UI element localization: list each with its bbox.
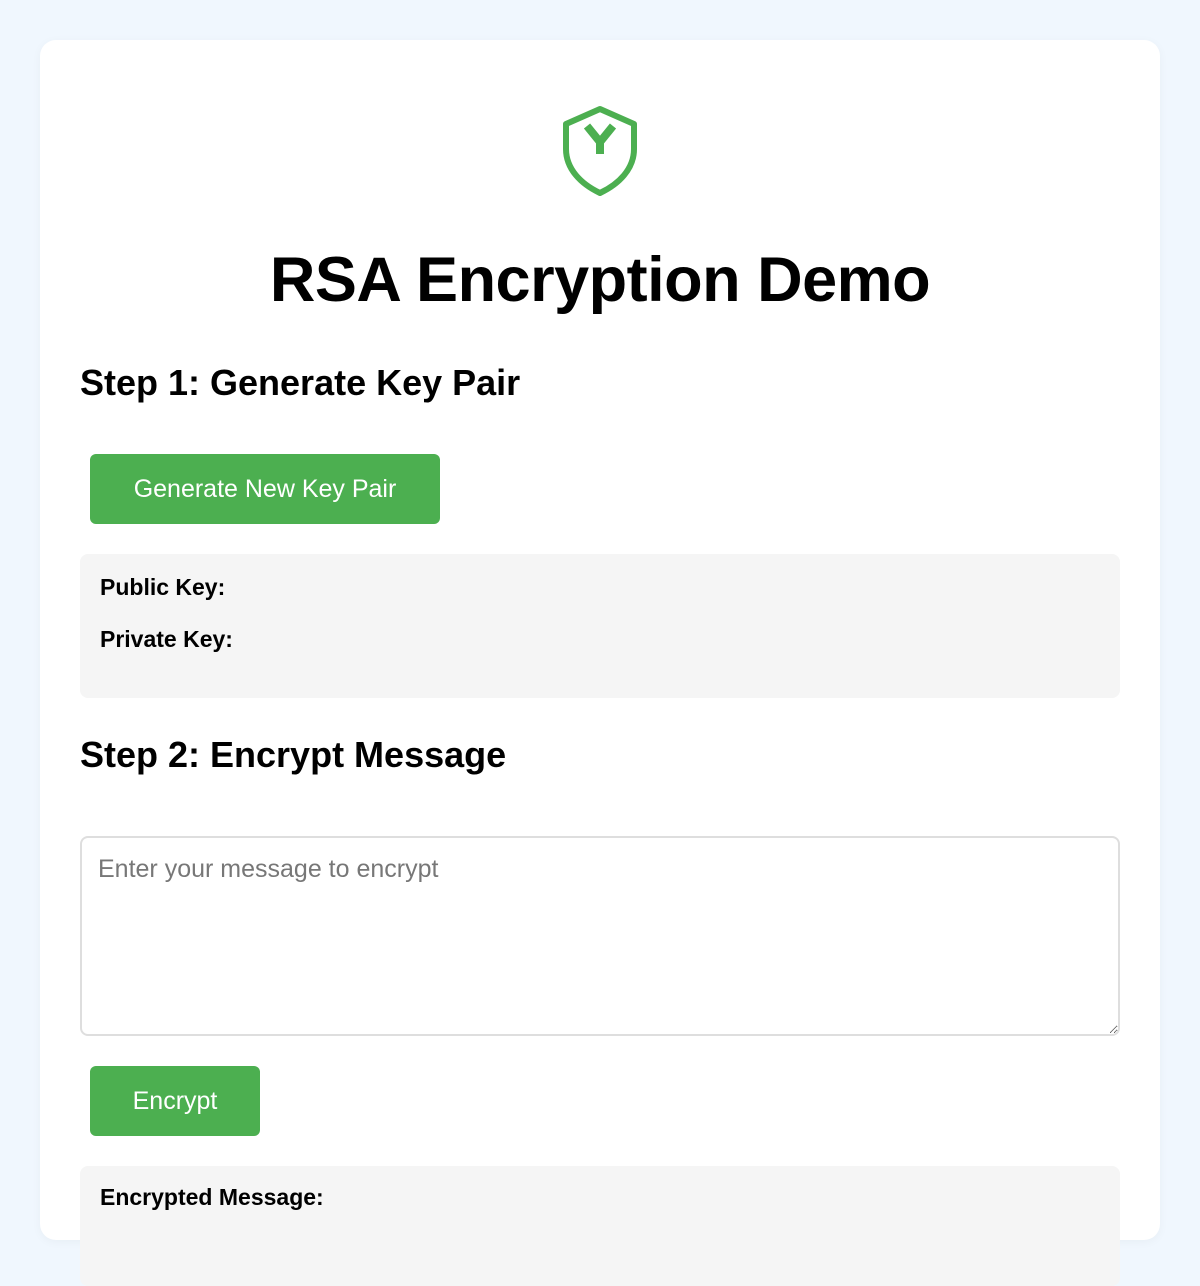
encrypted-message-label: Encrypted Message: bbox=[100, 1183, 324, 1211]
public-key-label: Public Key: bbox=[100, 573, 225, 601]
encrypted-message-panel: Encrypted Message: bbox=[80, 1166, 1120, 1286]
encrypted-message-label-text: Encrypted Message: bbox=[100, 1184, 324, 1210]
private-key-label: Private Key: bbox=[100, 625, 233, 653]
step1-heading: Step 1: Generate Key Pair bbox=[80, 362, 521, 403]
main-card: RSA Encryption Demo Step 1: Generate Key… bbox=[40, 40, 1160, 1286]
page-title: RSA Encryption Demo bbox=[269, 245, 931, 315]
step2-heading: Step 2: Encrypt Message bbox=[80, 734, 507, 775]
message-input[interactable] bbox=[80, 836, 1120, 1036]
encrypt-button[interactable]: Encrypt bbox=[90, 1066, 260, 1136]
public-key-label-text: Public Key: bbox=[100, 574, 226, 600]
shield-icon bbox=[563, 106, 637, 196]
key-pair-panel: Public Key: Private Key: bbox=[80, 554, 1120, 698]
generate-key-pair-button[interactable]: Generate New Key Pair bbox=[90, 454, 440, 524]
private-key-label-text: Private Key: bbox=[100, 626, 233, 652]
